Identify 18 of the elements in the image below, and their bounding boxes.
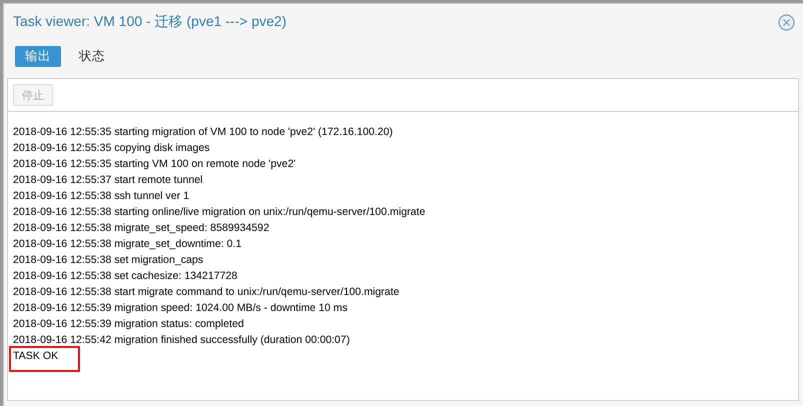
tab[interactable]: 状态 bbox=[69, 46, 115, 67]
log-line: 2018-09-16 12:55:35 starting migration of VM 100 to node 'pve2' (172.16.100.20) bbox=[13, 125, 393, 140]
log-line: 2018-09-16 12:55:42 migration finished successfully (duration 00:00:07) bbox=[13, 333, 350, 348]
log-line: 2018-09-16 12:55:37 start remote tunnel bbox=[13, 173, 203, 188]
log-line: 2018-09-16 12:55:38 migrate_set_speed: 8589934592 bbox=[13, 221, 270, 236]
log-line: 2018-09-16 12:55:39 migration speed: 1024.00 MB/s - downtime 10 ms bbox=[13, 301, 348, 316]
log-line: 2018-09-16 12:55:39 migration status: completed bbox=[13, 317, 244, 332]
log-line: 2018-09-16 12:55:35 copying disk images bbox=[13, 141, 210, 156]
window-title: Task viewer: VM 100 - 迁移 (pve1 ---> pve2) bbox=[13, 13, 286, 31]
log-line: 2018-09-16 12:55:38 set migration_caps bbox=[13, 253, 204, 268]
log-line: 2018-09-16 12:55:38 set cachesize: 134217728 bbox=[13, 269, 238, 284]
log-line: 2018-09-16 12:55:35 starting VM 100 on remote node 'pve2' bbox=[13, 157, 296, 172]
tab[interactable]: 输出 bbox=[15, 46, 61, 67]
close-icon[interactable] bbox=[778, 14, 795, 30]
log-line: 2018-09-16 12:55:38 start migrate command to unix:/run/qemu-server/100.migrate bbox=[13, 285, 400, 300]
log-line: 2018-09-16 12:55:38 ssh tunnel ver 1 bbox=[13, 189, 190, 204]
log-line: 2018-09-16 12:55:38 starting online/live migration on unix:/run/qemu-server/100.migrate bbox=[13, 205, 426, 220]
log-line: 2018-09-16 12:55:38 migrate_set_downtime: 0.1 bbox=[13, 237, 242, 252]
